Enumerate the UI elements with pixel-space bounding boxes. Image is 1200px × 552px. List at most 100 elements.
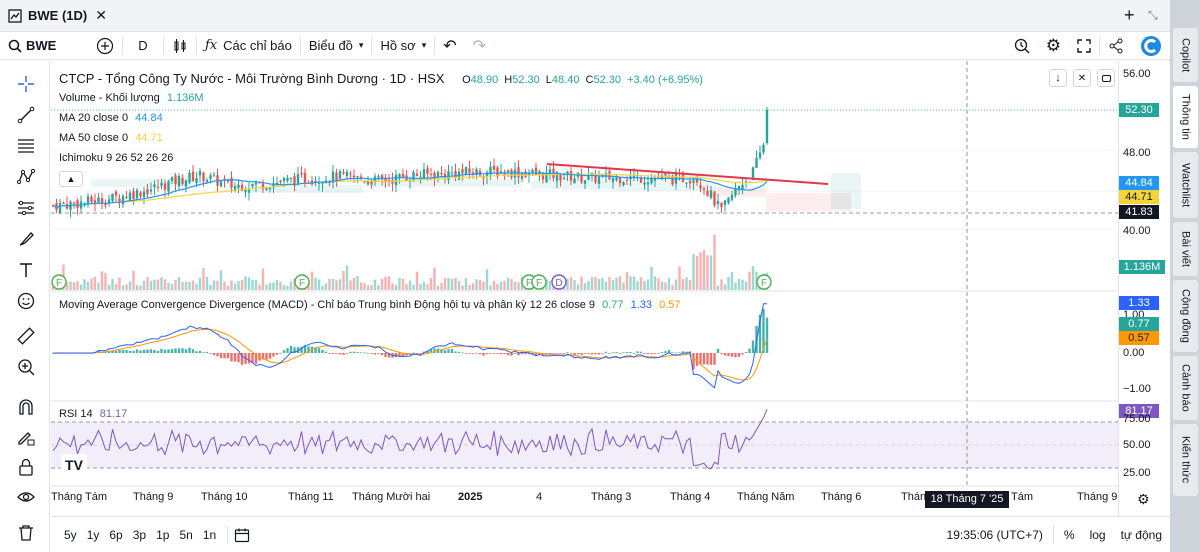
side-tab[interactable]: Cảnh báo bbox=[1173, 356, 1198, 420]
time-axis-label: Tháng 4 bbox=[670, 491, 711, 503]
macd-histogram-bar bbox=[496, 353, 499, 354]
share-button[interactable] bbox=[1100, 32, 1132, 60]
candle-body bbox=[233, 186, 237, 190]
replay-button[interactable] bbox=[1006, 32, 1038, 60]
scroll-down-button[interactable]: ↓ bbox=[1049, 69, 1067, 87]
interval-button[interactable]: D bbox=[123, 32, 163, 60]
candle-body bbox=[597, 176, 601, 184]
range-5n[interactable]: 5n bbox=[179, 528, 192, 542]
volume-bar bbox=[618, 276, 622, 290]
ma20-legend[interactable]: MA 20 close 0 44.84 bbox=[59, 112, 163, 124]
macd-histogram-bar bbox=[282, 350, 286, 353]
macd-histogram-bar bbox=[433, 348, 436, 353]
macd-histogram-bar bbox=[212, 353, 216, 356]
macd-histogram-bar bbox=[324, 351, 328, 353]
magnet-tool[interactable] bbox=[13, 394, 39, 420]
macd-histogram-bar bbox=[671, 352, 674, 354]
compare-button[interactable] bbox=[88, 32, 122, 60]
candle-body bbox=[447, 171, 450, 181]
volume-bar bbox=[433, 267, 436, 290]
hide-tool[interactable] bbox=[13, 484, 39, 510]
fullscreen-button[interactable] bbox=[1069, 32, 1099, 60]
range-1y[interactable]: 1y bbox=[87, 528, 100, 542]
add-tab-icon[interactable]: + bbox=[1124, 5, 1135, 26]
volume-bar bbox=[688, 280, 692, 290]
gear-icon[interactable]: ⚙ bbox=[1137, 491, 1150, 508]
brush-tool[interactable] bbox=[13, 226, 39, 252]
copilot-logo[interactable] bbox=[1132, 32, 1170, 60]
candle-body bbox=[230, 177, 233, 188]
candle-body bbox=[741, 184, 744, 189]
calendar-range-button[interactable] bbox=[234, 527, 250, 543]
range-3p[interactable]: 3p bbox=[133, 528, 146, 542]
side-tab[interactable]: Cộng đồng bbox=[1173, 280, 1198, 352]
collapse-legend-button[interactable]: ▲ bbox=[59, 171, 83, 187]
percent-toggle[interactable]: % bbox=[1064, 528, 1075, 542]
macd-histogram-bar bbox=[142, 349, 146, 353]
symbol-search-button[interactable]: BWE bbox=[0, 32, 88, 60]
price-scale[interactable]: 56.00 52.30 48.00 44.84 44.71 41.83 40.0… bbox=[1118, 61, 1170, 516]
macd-histogram-bar bbox=[447, 349, 450, 353]
side-tab[interactable]: Copilot bbox=[1173, 28, 1198, 82]
close-tab-icon[interactable]: ✕ bbox=[95, 7, 107, 24]
text-tool[interactable] bbox=[13, 257, 39, 283]
undo-button[interactable]: ↶ bbox=[435, 32, 464, 60]
range-1p[interactable]: 1p bbox=[156, 528, 169, 542]
candle-body bbox=[608, 171, 611, 180]
volume-bar bbox=[513, 281, 517, 290]
volume-bar bbox=[265, 284, 268, 290]
volume-bar bbox=[352, 277, 356, 290]
macd-histogram-bar bbox=[674, 352, 678, 354]
macd-legend[interactable]: Moving Average Convergence Divergence (M… bbox=[59, 299, 681, 311]
redo-button[interactable]: ↷ bbox=[465, 32, 494, 60]
settings-button[interactable]: ⚙ bbox=[1038, 32, 1069, 60]
stay-in-drawing-tool[interactable] bbox=[13, 424, 39, 450]
chart-layout-button[interactable]: Biểu đồ ▾ bbox=[301, 32, 372, 60]
fib-tool[interactable] bbox=[13, 133, 39, 159]
timezone-clock[interactable]: 19:35:06 (UTC+7) bbox=[947, 528, 1043, 542]
macd-histogram-bar bbox=[265, 353, 268, 360]
chart-type-button[interactable] bbox=[164, 32, 196, 60]
ichimoku-legend[interactable]: Ichimoku 9 26 52 26 26 bbox=[59, 152, 173, 164]
volume-bar bbox=[727, 276, 730, 290]
projection-tool[interactable] bbox=[13, 195, 39, 221]
trendline-tool[interactable] bbox=[13, 102, 39, 128]
range-1n[interactable]: 1n bbox=[203, 528, 216, 542]
range-5y[interactable]: 5y bbox=[64, 528, 77, 542]
range-6p[interactable]: 6p bbox=[109, 528, 122, 542]
indicators-button[interactable]: ƒx Các chỉ báo bbox=[197, 32, 300, 60]
pane-maximize-button[interactable] bbox=[1097, 69, 1115, 87]
lock-tool[interactable] bbox=[13, 454, 39, 480]
chart-area[interactable]: FFFFDF CTCP - Tổng Công Ty Nước - Môi Tr… bbox=[51, 61, 1118, 516]
side-tab[interactable]: Kiến thức bbox=[1173, 424, 1198, 496]
pattern-tool[interactable] bbox=[13, 164, 39, 190]
pane-close-button[interactable]: ✕ bbox=[1073, 69, 1091, 87]
volume-bar bbox=[685, 277, 688, 290]
volume-bar bbox=[709, 255, 713, 290]
rsi-legend[interactable]: RSI 14 81.17 bbox=[59, 408, 127, 420]
log-toggle[interactable]: log bbox=[1090, 528, 1106, 542]
profile-button[interactable]: Hồ sơ ▾ bbox=[372, 32, 434, 60]
tradingview-logo[interactable]: TV bbox=[61, 454, 87, 476]
volume-legend[interactable]: Volume - Khối lượng 1.136M bbox=[59, 92, 204, 104]
emoji-tool[interactable] bbox=[13, 288, 39, 314]
crosshair-tool[interactable] bbox=[13, 71, 39, 97]
remove-tool[interactable] bbox=[13, 519, 39, 545]
auto-toggle[interactable]: tự động bbox=[1121, 528, 1162, 542]
chart-canvas[interactable]: FFFFDF bbox=[51, 61, 1118, 516]
side-tab[interactable]: Watchlist bbox=[1173, 152, 1198, 218]
ruler-tool[interactable] bbox=[13, 323, 39, 349]
zoom-tool[interactable] bbox=[13, 354, 39, 380]
collapse-icon[interactable]: ⤡ bbox=[1148, 8, 1158, 23]
macd-histogram-bar bbox=[230, 353, 233, 362]
side-tab[interactable]: Thông tin bbox=[1173, 86, 1198, 148]
candle-body bbox=[730, 194, 734, 200]
volume-bar bbox=[496, 284, 499, 290]
candle-body bbox=[104, 204, 107, 206]
macd-histogram-bar bbox=[699, 353, 702, 365]
macd-histogram-bar bbox=[695, 353, 699, 366]
ma50-legend[interactable]: MA 50 close 0 44.71 bbox=[59, 132, 163, 144]
volume-bar bbox=[366, 285, 370, 290]
candle-body bbox=[76, 200, 79, 208]
side-tab[interactable]: Bài viết bbox=[1173, 222, 1198, 276]
